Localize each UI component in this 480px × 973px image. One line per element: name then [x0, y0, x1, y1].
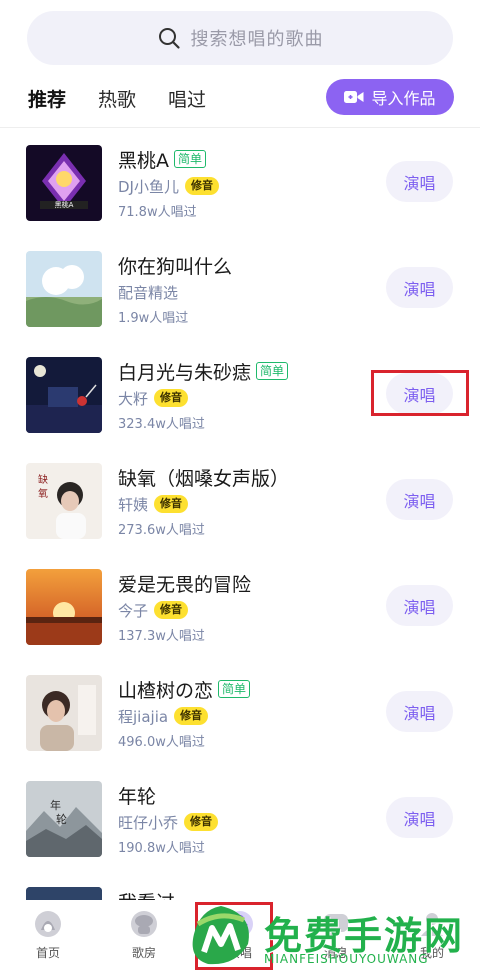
song-title: 黑桃A: [118, 149, 169, 172]
easy-tag: 简单: [218, 680, 251, 698]
tab-sung[interactable]: 唱过: [168, 86, 206, 114]
song-cover: 缺氧: [26, 463, 102, 539]
sing-button[interactable]: 演唱: [386, 797, 453, 838]
song-cover: 年轮: [26, 781, 102, 857]
easy-tag: 简单: [256, 362, 289, 380]
pitch-fix-badge: 修音: [154, 495, 189, 513]
song-title: 你在狗叫什么: [118, 255, 233, 278]
song-artist: 旺仔小乔: [118, 813, 179, 832]
search-placeholder: 搜索想唱的歌曲: [190, 29, 324, 50]
svg-text:轮: 轮: [56, 812, 67, 826]
song-title: 缺氧（烟嗓女声版）: [118, 467, 290, 490]
song-row[interactable]: 山楂树の恋 简单 程jiajia 修音 496.0w人唱过 演唱: [0, 658, 480, 764]
watermark-subtext: MIANFEISHOUYOUWANG: [264, 952, 429, 966]
import-works-label: 导入作品: [371, 89, 436, 108]
sing-button[interactable]: 演唱: [386, 479, 453, 520]
play-count: 190.8w人唱过: [118, 841, 205, 856]
category-tabs: 推荐 热歌 唱过: [28, 82, 206, 114]
nav-home-label: 首页: [35, 946, 60, 960]
watermark: 免费手游网 MIANFEISHOUYOUWANG: [180, 900, 480, 973]
song-artist: 程jiajia: [118, 707, 169, 726]
sing-button[interactable]: 演唱: [386, 373, 453, 414]
song-title: 山楂树の恋: [118, 679, 214, 702]
search-icon: [158, 28, 180, 49]
sing-button[interactable]: 演唱: [386, 585, 453, 626]
play-count: 273.6w人唱过: [118, 523, 205, 538]
svg-text:氧: 氧: [38, 487, 48, 500]
pitch-fix-badge: 修音: [184, 177, 219, 195]
room-icon: [131, 911, 157, 937]
pitch-fix-badge: 修音: [154, 601, 189, 619]
song-artist: 轩姨: [118, 495, 149, 514]
pitch-fix-badge: 修音: [154, 389, 189, 407]
pitch-fix-badge: 修音: [184, 813, 219, 831]
song-title: 年轮: [118, 785, 157, 808]
song-title: 爱是无畏的冒险: [118, 573, 252, 596]
pitch-fix-badge: 修音: [174, 707, 209, 725]
search-bar[interactable]: 搜索想唱的歌曲: [27, 11, 453, 65]
song-cover: 黑桃A: [26, 145, 102, 221]
song-row[interactable]: 缺氧 缺氧（烟嗓女声版） 轩姨 修音 273.6w人唱过 演唱: [0, 446, 480, 552]
nav-home[interactable]: 首页: [18, 908, 78, 961]
song-cover: [26, 675, 102, 751]
easy-tag: 简单: [174, 150, 207, 168]
sing-button[interactable]: 演唱: [386, 267, 453, 308]
play-count: 496.0w人唱过: [118, 735, 205, 750]
song-cover: [26, 569, 102, 645]
svg-text:年: 年: [50, 798, 61, 812]
tab-hot-songs[interactable]: 热歌: [98, 86, 136, 114]
song-row[interactable]: 黑桃A 黑桃A 简单 DJ小鱼儿 修音 71.8w人唱过 演唱: [0, 128, 480, 234]
song-cover: [26, 357, 102, 433]
song-row[interactable]: 年轮 年轮 旺仔小乔 修音 190.8w人唱过 演唱: [0, 764, 480, 870]
play-count: 137.3w人唱过: [118, 629, 205, 644]
song-artist: 今子: [118, 601, 149, 620]
song-row[interactable]: 爱是无畏的冒险 今子 修音 137.3w人唱过 演唱: [0, 552, 480, 658]
sing-button[interactable]: 演唱: [386, 691, 453, 732]
song-title: 白月光与朱砂痣: [118, 361, 252, 384]
nav-room[interactable]: 歌房: [114, 908, 174, 961]
svg-text:黑桃A: 黑桃A: [55, 200, 74, 209]
play-count: 71.8w人唱过: [118, 205, 197, 220]
tab-recommend[interactable]: 推荐: [28, 86, 67, 114]
sing-button[interactable]: 演唱: [386, 161, 453, 202]
song-row[interactable]: 白月光与朱砂痣 简单 大籽 修音 323.4w人唱过 演唱: [0, 340, 480, 446]
home-icon: [35, 911, 61, 937]
nav-room-label: 歌房: [131, 946, 156, 960]
song-artist: DJ小鱼儿: [118, 177, 179, 196]
watermark-logo: [192, 906, 249, 965]
song-row[interactable]: 你在狗叫什么 配音精选 1.9w人唱过 演唱: [0, 234, 480, 340]
svg-text:缺: 缺: [38, 473, 48, 486]
play-count: 1.9w人唱过: [118, 311, 189, 326]
song-picker-screen: 搜索想唱的歌曲 推荐 热歌 唱过 导入作品 黑桃A 黑桃A 简单 DJ小鱼儿 修…: [0, 0, 480, 973]
import-works-button[interactable]: 导入作品: [326, 79, 454, 115]
play-count: 323.4w人唱过: [118, 417, 205, 432]
video-camera-icon: [344, 91, 364, 103]
song-artist: 配音精选: [118, 283, 179, 302]
song-cover: [26, 251, 102, 327]
song-artist: 大籽: [118, 389, 149, 408]
